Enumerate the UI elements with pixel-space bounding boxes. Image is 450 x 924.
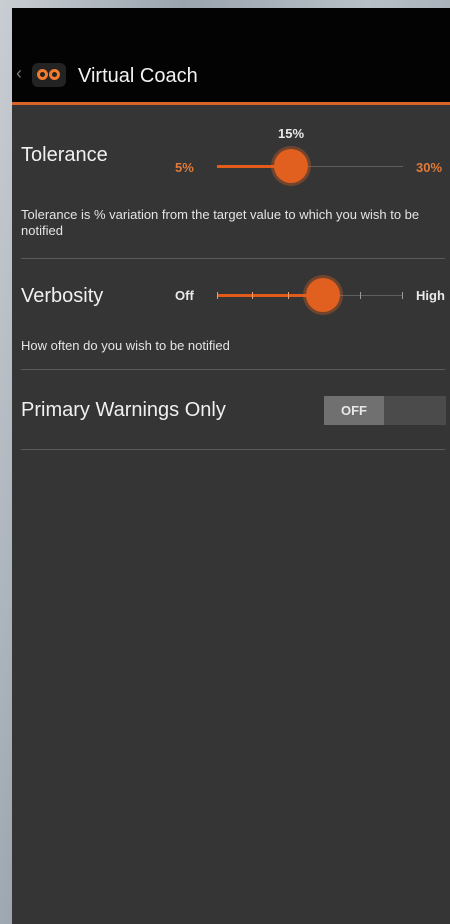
verbosity-tick — [252, 292, 253, 299]
verbosity-title: Verbosity — [21, 285, 104, 307]
logo-right-eye-icon — [49, 69, 60, 80]
verbosity-tick — [360, 292, 361, 299]
verbosity-slider-thumb[interactable] — [306, 278, 340, 312]
verbosity-min-label: Off — [175, 288, 194, 303]
action-bar: ‹ Virtual Coach — [12, 8, 450, 105]
tolerance-title: Tolerance — [21, 144, 108, 166]
tolerance-description: Tolerance is % variation from the target… — [21, 207, 420, 238]
verbosity-tick — [217, 292, 218, 299]
primary-warnings-toggle[interactable]: OFF — [324, 396, 446, 425]
tolerance-min-label: 5% — [175, 160, 194, 175]
app-logo-icon[interactable] — [32, 63, 66, 87]
tolerance-slider-thumb[interactable] — [274, 149, 308, 183]
verbosity-tick — [402, 292, 403, 299]
verbosity-tick — [288, 292, 289, 299]
back-chevron-icon[interactable]: ‹ — [16, 64, 22, 82]
tolerance-max-label: 30% — [416, 160, 443, 175]
toggle-state-label: OFF — [324, 396, 384, 425]
settings-screen: ‹ Virtual Coach Tolerance 15% 5% 30% Tol… — [12, 8, 450, 924]
divider — [21, 369, 445, 370]
divider — [21, 258, 445, 259]
logo-left-eye-icon — [37, 69, 48, 80]
divider — [21, 449, 445, 450]
verbosity-description: How often do you wish to be notified — [21, 338, 230, 353]
verbosity-max-label: High — [416, 288, 445, 303]
tolerance-value-label: 15% — [278, 126, 305, 141]
app-title: Virtual Coach — [78, 65, 198, 87]
primary-warnings-title: Primary Warnings Only — [21, 399, 226, 421]
